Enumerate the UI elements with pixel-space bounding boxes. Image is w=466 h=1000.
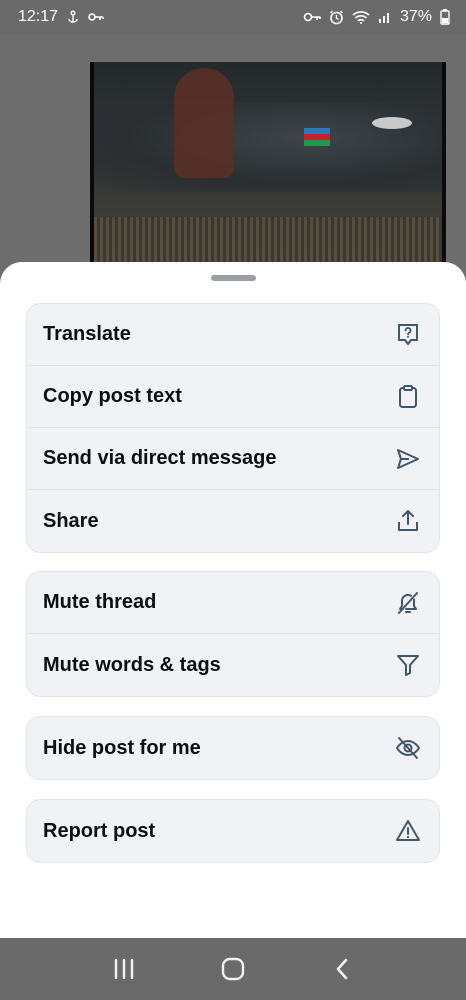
system-nav-bar — [0, 938, 466, 1000]
menu-item-copy-post-text[interactable]: Copy post text — [27, 366, 439, 428]
status-time: 12:17 — [18, 8, 59, 25]
signal-icon — [378, 10, 392, 24]
flag — [304, 128, 330, 146]
menu-item-label: Copy post text — [43, 385, 182, 407]
menu-item-label: Hide post for me — [43, 736, 201, 759]
dimmed-backdrop[interactable] — [0, 34, 466, 307]
home-icon[interactable] — [213, 949, 253, 989]
menu-item-send-dm[interactable]: Send via direct message — [27, 428, 439, 490]
mountain-ridge — [94, 102, 442, 192]
witch-figure — [174, 68, 234, 178]
seagull — [372, 117, 412, 129]
key-icon — [88, 11, 104, 23]
send-icon — [395, 446, 421, 472]
battery-percent: 37% — [399, 8, 432, 25]
translate-bubble-icon — [395, 322, 421, 348]
menu-group-mute: Mute thread Mute words & tags — [26, 571, 440, 697]
menu-item-label: Send via direct message — [43, 447, 277, 469]
menu-item-report-post[interactable]: Report post — [27, 800, 439, 862]
menu-group-hide: Hide post for me — [26, 716, 440, 780]
alarm-icon — [329, 10, 344, 25]
menu-group-share: Translate Copy post text Send via direct… — [26, 303, 440, 553]
anchor-icon — [66, 10, 80, 24]
back-icon[interactable] — [322, 949, 362, 989]
status-left: 12:17 — [18, 8, 104, 26]
menu-item-label: Report post — [43, 819, 156, 842]
filter-icon — [395, 652, 421, 678]
menu-item-label: Mute thread — [43, 591, 157, 613]
bell-off-icon — [395, 590, 421, 616]
eye-off-icon — [395, 735, 421, 761]
menu-item-mute-words[interactable]: Mute words & tags — [27, 634, 439, 696]
status-right: 37% — [303, 8, 450, 26]
menu-item-label: Mute words & tags — [43, 653, 221, 676]
menu-item-label: Share — [43, 509, 99, 532]
warning-icon — [395, 818, 421, 844]
sheet-drag-handle[interactable] — [211, 275, 256, 281]
recent-apps-icon[interactable] — [104, 949, 144, 989]
wifi-icon — [352, 10, 370, 24]
status-bar: 12:17 37% — [0, 0, 466, 34]
menu-item-hide-post[interactable]: Hide post for me — [27, 717, 439, 779]
share-icon — [395, 508, 421, 534]
menu-item-mute-thread[interactable]: Mute thread — [27, 572, 439, 634]
vpn-key-icon — [303, 11, 321, 23]
menu-item-label: Translate — [43, 323, 131, 345]
menu-item-translate[interactable]: Translate — [27, 304, 439, 366]
menu-group-report: Report post — [26, 799, 440, 863]
menu-item-share[interactable]: Share — [27, 490, 439, 552]
battery-icon — [440, 9, 450, 25]
post-options-sheet: Translate Copy post text Send via direct… — [0, 262, 466, 938]
clipboard-icon — [395, 384, 421, 410]
